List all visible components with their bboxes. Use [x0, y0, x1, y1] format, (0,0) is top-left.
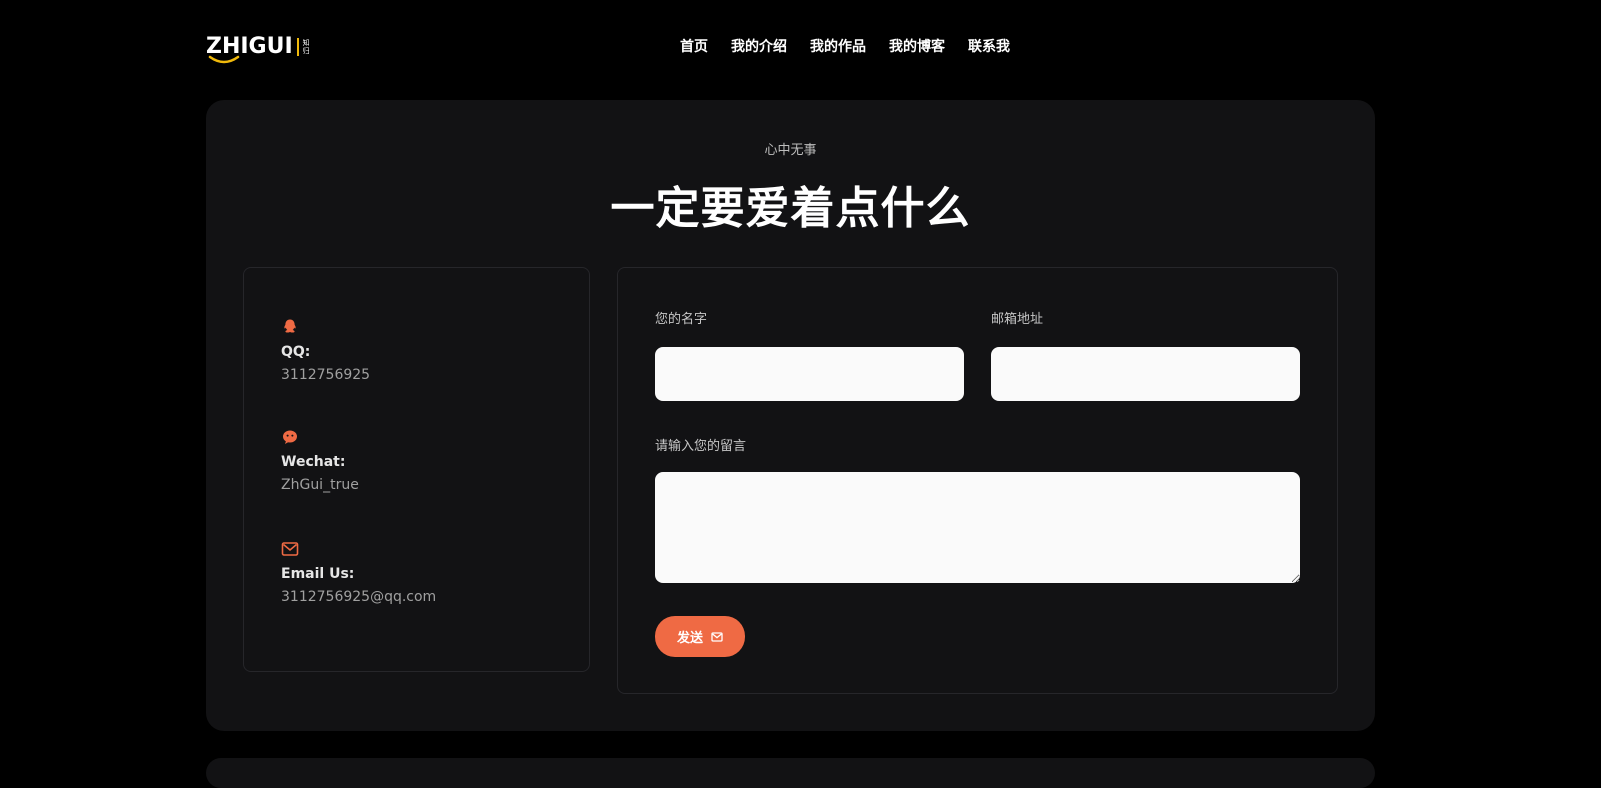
email-label: 邮箱地址 [991, 312, 1044, 327]
section-kicker: 心中无事 [764, 143, 817, 158]
logo-subtext: 知归 [302, 39, 310, 55]
contact-item-email: Email Us: 3112756925@qq.com [281, 540, 436, 605]
contact-info-panel: QQ: 3112756925 Wechat: ZhGui_true Email … [243, 267, 590, 672]
nav-about[interactable]: 我的介绍 [731, 36, 787, 58]
wechat-icon [283, 430, 297, 444]
nav-contact[interactable]: 联系我 [968, 36, 1010, 58]
name-input[interactable] [655, 347, 964, 401]
contact-item-wechat: Wechat: ZhGui_true [281, 428, 359, 493]
contact-section: 心中无事 一定要爱着点什么 QQ: 3112756925 Wechat: ZhG… [206, 100, 1375, 731]
name-label: 您的名字 [655, 312, 708, 327]
mail-icon [711, 631, 723, 642]
contact-value: ZhGui_true [281, 477, 359, 493]
contact-item-qq: QQ: 3112756925 [281, 318, 370, 383]
message-textarea[interactable] [655, 472, 1300, 583]
nav-blog[interactable]: 我的博客 [889, 36, 945, 58]
send-button-label: 发送 [676, 631, 703, 646]
email-input[interactable] [991, 347, 1300, 401]
main-nav: 首页 我的介绍 我的作品 我的博客 联系我 [680, 36, 1033, 58]
contact-label: Email Us: [281, 566, 355, 582]
contact-value[interactable]: 3112756925@qq.com [281, 589, 436, 605]
logo-divider [296, 38, 299, 56]
nav-works[interactable]: 我的作品 [810, 36, 866, 58]
section-title: 一定要爱着点什么 [610, 183, 971, 234]
send-button[interactable]: 发送 [655, 616, 745, 657]
contact-value: 3112756925 [281, 367, 371, 383]
message-form: 您的名字 邮箱地址 请输入您的留言 发送 [617, 267, 1338, 694]
next-section-card [206, 758, 1375, 788]
contact-label: QQ: [281, 344, 311, 360]
message-label: 请输入您的留言 [655, 439, 747, 454]
contact-label: Wechat: [281, 454, 346, 470]
logo-smile-icon [208, 55, 240, 64]
site-header: ZHIGUI 知归 首页 我的介绍 我的作品 我的博客 联系我 [0, 0, 1601, 96]
mail-icon [281, 542, 299, 556]
site-logo[interactable]: ZHIGUI 知归 [206, 34, 311, 68]
nav-home[interactable]: 首页 [680, 36, 708, 58]
qq-icon [284, 319, 296, 333]
